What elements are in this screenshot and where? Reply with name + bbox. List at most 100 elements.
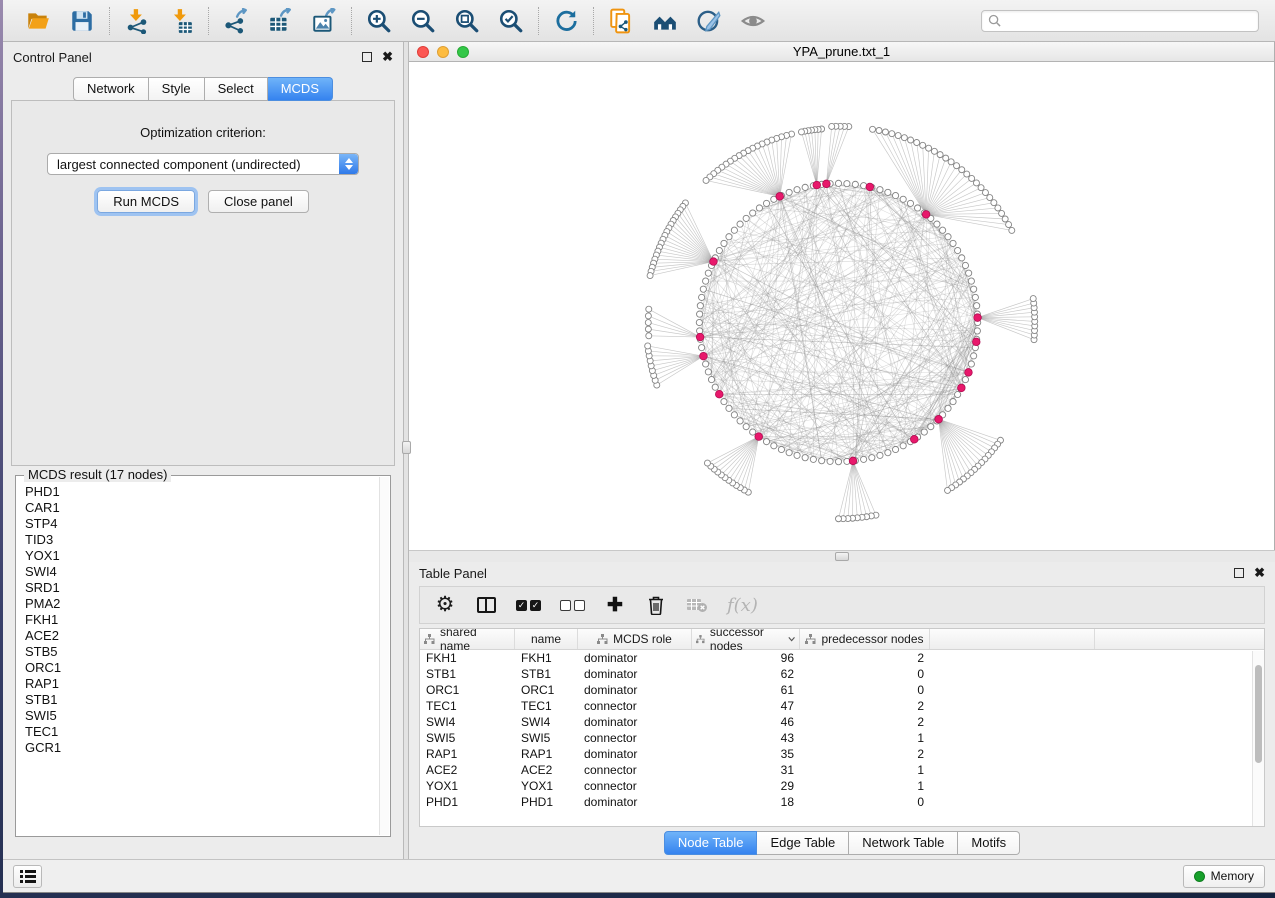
table-row[interactable]: STB1STB1dominator620 <box>420 666 1264 682</box>
zoom-selected-button[interactable] <box>497 7 525 35</box>
search-field[interactable] <box>981 10 1259 32</box>
export-table-button[interactable] <box>266 7 294 35</box>
import-table-button[interactable] <box>167 7 195 35</box>
mcds-result-item[interactable]: YOX1 <box>25 548 379 564</box>
eye-button[interactable] <box>739 7 767 35</box>
mcds-result-list[interactable]: PHD1CAR1STP4TID3YOX1SWI4SRD1PMA2FKH1ACE2… <box>16 476 379 836</box>
memory-label: Memory <box>1211 869 1254 883</box>
column-header-successor-nodes[interactable]: successor nodes <box>692 629 800 649</box>
mcds-result-item[interactable]: STB5 <box>25 644 379 660</box>
zoom-fit-icon <box>454 8 480 34</box>
cell-name: ORC1 <box>515 683 578 697</box>
export-image-icon <box>311 8 337 34</box>
mcds-result-item[interactable]: SWI5 <box>25 708 379 724</box>
mcds-result-item[interactable]: CAR1 <box>25 500 379 516</box>
zoom-out-button[interactable] <box>409 7 437 35</box>
mcds-result-item[interactable]: STP4 <box>25 516 379 532</box>
run-mcds-button[interactable]: Run MCDS <box>97 190 195 213</box>
list-icon <box>20 869 36 883</box>
node-table: shared namenameMCDS rolesuccessor nodesp… <box>419 628 1265 827</box>
table-row[interactable]: RAP1RAP1dominator352 <box>420 746 1264 762</box>
float-panel-icon[interactable] <box>1234 568 1244 578</box>
mcds-result-item[interactable]: SWI4 <box>25 564 379 580</box>
tab-network-table[interactable]: Network Table <box>849 831 958 855</box>
vizmapper-button[interactable] <box>695 7 723 35</box>
zoom-fit-button[interactable] <box>453 7 481 35</box>
export-network-button[interactable] <box>222 7 250 35</box>
open-file-button[interactable] <box>24 7 52 35</box>
mcds-result-item[interactable]: STB1 <box>25 692 379 708</box>
table-row[interactable]: SWI4SWI4dominator462 <box>420 714 1264 730</box>
mcds-result-item[interactable]: PHD1 <box>25 484 379 500</box>
optimization-criterion-select[interactable]: largest connected component (undirected) <box>47 153 359 175</box>
table-row[interactable]: ORC1ORC1dominator610 <box>420 682 1264 698</box>
mcds-list-scrollbar[interactable] <box>379 477 389 835</box>
show-column-panel-button[interactable] <box>475 593 497 617</box>
close-panel-icon[interactable]: ✖ <box>382 52 393 62</box>
network-window-titlebar[interactable]: YPA_prune.txt_1 <box>409 42 1274 62</box>
table-row[interactable]: TEC1TEC1connector472 <box>420 698 1264 714</box>
table-row[interactable]: ACE2ACE2connector311 <box>420 762 1264 778</box>
select-all-columns-button[interactable]: ✓✓ <box>516 593 541 617</box>
mcds-result-item[interactable]: FKH1 <box>25 612 379 628</box>
splitter-grip[interactable] <box>402 441 411 454</box>
cell-predecessor-nodes: 1 <box>800 779 930 793</box>
tab-select[interactable]: Select <box>205 77 268 101</box>
vertical-splitter[interactable] <box>403 42 409 859</box>
horizontal-splitter[interactable] <box>409 550 1275 562</box>
houses-button[interactable] <box>651 7 679 35</box>
column-header-predecessor-nodes[interactable]: predecessor nodes <box>800 629 930 649</box>
close-panel-icon[interactable]: ✖ <box>1254 568 1265 578</box>
splitter-grip[interactable] <box>835 552 849 561</box>
table-scrollbar[interactable] <box>1252 651 1264 826</box>
table-row[interactable]: FKH1FKH1dominator962 <box>420 650 1264 666</box>
column-header-shared-name[interactable]: shared name <box>420 629 515 649</box>
column-header-name[interactable]: name <box>515 629 578 649</box>
export-image-button[interactable] <box>310 7 338 35</box>
column-header-MCDS-role[interactable]: MCDS role <box>578 629 692 649</box>
cell-successor-nodes: 61 <box>692 683 800 697</box>
table-row[interactable]: PHD1PHD1dominator180 <box>420 794 1264 810</box>
control-panel-tabs: NetworkStyleSelectMCDS <box>3 77 403 101</box>
mcds-result-item[interactable]: TEC1 <box>25 724 379 740</box>
table-toolbar: ⚙ ✓✓ ✚ f(x) <box>419 586 1265 624</box>
window-minimize-button[interactable] <box>437 46 449 58</box>
unselect-all-columns-button[interactable] <box>560 593 585 617</box>
network-canvas[interactable] <box>409 62 1274 550</box>
apply-layout-button[interactable] <box>552 7 580 35</box>
tab-network[interactable]: Network <box>73 77 149 101</box>
float-panel-icon[interactable] <box>362 52 372 62</box>
tab-node-table[interactable]: Node Table <box>664 831 758 855</box>
mcds-result-item[interactable]: RAP1 <box>25 676 379 692</box>
close-panel-button[interactable]: Close panel <box>208 190 309 213</box>
memory-button[interactable]: Memory <box>1183 865 1265 888</box>
mcds-result-item[interactable]: TID3 <box>25 532 379 548</box>
table-settings-button[interactable]: ⚙ <box>434 593 456 617</box>
table-row[interactable]: YOX1YOX1connector291 <box>420 778 1264 794</box>
zoom-in-button[interactable] <box>365 7 393 35</box>
node-table-body[interactable]: FKH1FKH1dominator962STB1STB1dominator620… <box>420 650 1264 810</box>
delete-column-button[interactable] <box>645 593 667 617</box>
cell-successor-nodes: 43 <box>692 731 800 745</box>
search-input[interactable] <box>1006 14 1252 28</box>
window-close-button[interactable] <box>417 46 429 58</box>
tab-edge-table[interactable]: Edge Table <box>757 831 849 855</box>
mcds-result-item[interactable]: PMA2 <box>25 596 379 612</box>
cell-predecessor-nodes: 0 <box>800 683 930 697</box>
import-network-button[interactable] <box>123 7 151 35</box>
scrollbar-thumb[interactable] <box>1255 665 1262 763</box>
create-column-button[interactable]: ✚ <box>604 593 626 617</box>
mcds-result-item[interactable]: GCR1 <box>25 740 379 756</box>
mcds-result-item[interactable]: ORC1 <box>25 660 379 676</box>
control-panel-title: Control Panel <box>13 50 92 65</box>
tab-mcds[interactable]: MCDS <box>268 77 333 101</box>
show-log-console-button[interactable] <box>13 865 42 888</box>
clone-network-button[interactable] <box>607 7 635 35</box>
window-zoom-button[interactable] <box>457 46 469 58</box>
mcds-result-item[interactable]: SRD1 <box>25 580 379 596</box>
table-row[interactable]: SWI5SWI5connector431 <box>420 730 1264 746</box>
tab-style[interactable]: Style <box>149 77 205 101</box>
save-session-button[interactable] <box>68 7 96 35</box>
tab-motifs[interactable]: Motifs <box>958 831 1020 855</box>
mcds-result-item[interactable]: ACE2 <box>25 628 379 644</box>
